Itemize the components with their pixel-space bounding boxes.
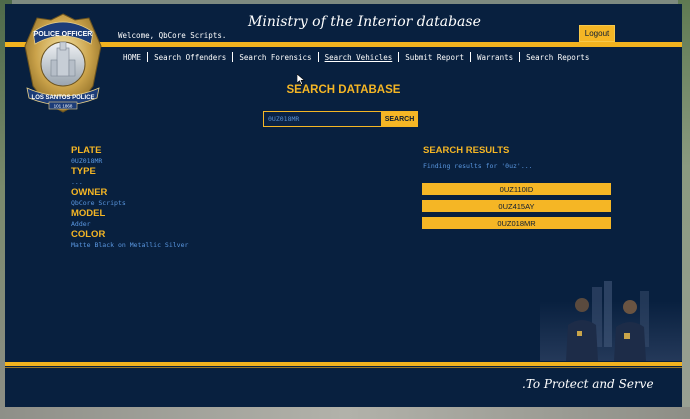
nav-warrants[interactable]: Warrants [471,53,519,62]
badge-top-text: POLICE OFFICER [34,31,93,38]
plate-search-input[interactable] [263,111,383,127]
officers-illustration [540,281,682,361]
search-button[interactable]: SEARCH [381,111,418,127]
owner-label: OWNER [71,187,108,198]
plate-value: 0UZ018MR [71,157,103,165]
header-stripe [5,42,682,47]
nav-search-forensics[interactable]: Search Forensics [233,53,317,62]
vehicle-details: PLATE 0UZ018MR TYPE ... OWNER QbCore Scr… [71,145,188,250]
result-item[interactable]: 0UZ110ID [422,183,611,195]
color-label: COLOR [71,229,106,240]
type-label: TYPE [71,166,96,177]
search-database-heading: SEARCH DATABASE [286,84,401,96]
mdt-panel: Ministry of the Interior database Welcom… [5,4,682,407]
footer-stripe-thin [5,367,682,368]
main-nav: HOME Search Offenders Search Forensics S… [117,52,595,62]
search-results-status: Finding results for '0uz'... [423,162,533,170]
page-title: Ministry of the Interior database [248,14,481,30]
police-badge-logo: POLICE OFFICER LOS SANTOS POLICE 101 186… [24,13,102,113]
background-bottom [0,407,690,419]
logout-button[interactable]: Logout [579,25,615,42]
nav-search-reports[interactable]: Search Reports [520,53,595,62]
search-results-title: SEARCH RESULTS [423,145,510,156]
model-label: MODEL [71,208,106,219]
nav-search-vehicles[interactable]: Search Vehicles [319,53,399,62]
type-value: ... [71,178,83,186]
nav-search-offenders[interactable]: Search Offenders [148,53,232,62]
result-item[interactable]: 0UZ415AY [422,200,611,212]
owner-value: QbCore Scripts [71,199,126,207]
plate-label: PLATE [71,145,102,156]
nav-home[interactable]: HOME [117,53,147,62]
welcome-text: Welcome, QbCore Scripts. [118,31,227,40]
badge-number: 101 1868 [54,104,73,109]
result-item[interactable]: 0UZ018MR [422,217,611,229]
model-value: Adder [71,220,91,228]
nav-submit-report[interactable]: Submit Report [399,53,470,62]
footer-stripe [5,362,682,366]
color-value: Matte Black on Metallic Silver [71,241,189,249]
footer-motto: .To Protect and Serve [522,377,654,391]
